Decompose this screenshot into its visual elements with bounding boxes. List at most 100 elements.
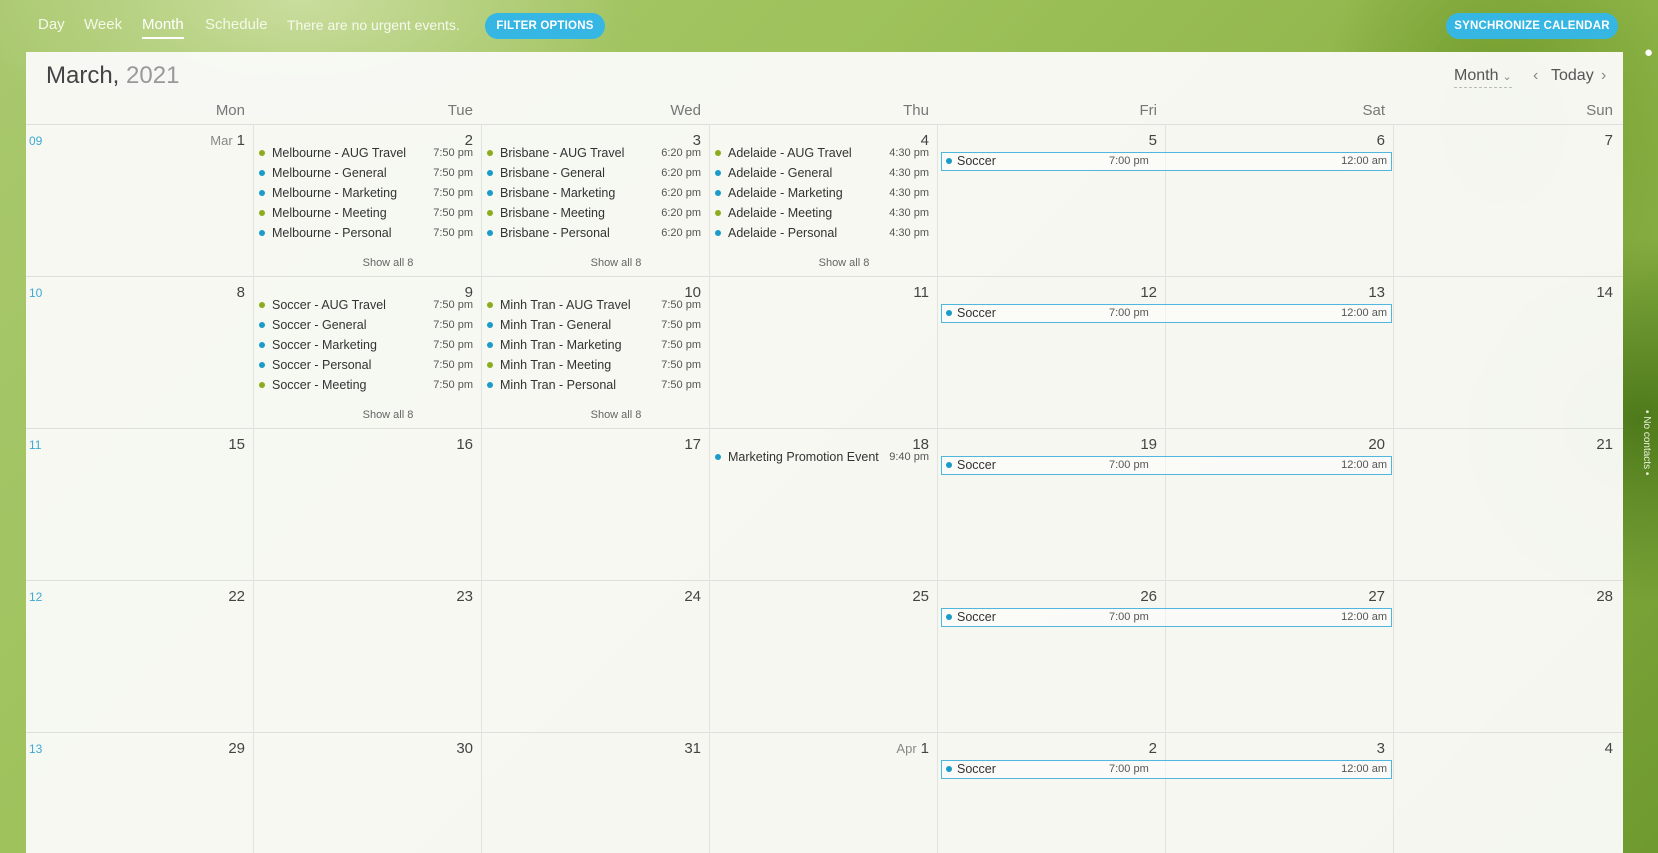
event-item[interactable]: Soccer - Meeting 7:50 pm [259,376,473,394]
day-number[interactable]: 21 [1493,436,1613,453]
day-number[interactable]: 13 [1265,284,1385,301]
event-time: 4:30 pm [889,227,929,239]
event-color-dot [259,322,265,328]
day-number[interactable]: 26 [1037,588,1157,605]
event-start-time: 7:00 pm [1109,763,1149,775]
event-item[interactable]: Minh Tran - Meeting 7:50 pm [487,356,701,374]
day-number[interactable]: 20 [1265,436,1385,453]
week-number[interactable]: 10 [29,286,42,300]
event-item[interactable]: Adelaide - General 4:30 pm [715,164,929,182]
event-item[interactable]: Minh Tran - Marketing 7:50 pm [487,336,701,354]
event-item[interactable]: Brisbane - Marketing 6:20 pm [487,184,701,202]
event-color-dot [259,170,265,176]
event-item[interactable]: Melbourne - General 7:50 pm [259,164,473,182]
day-number[interactable]: 19 [1037,436,1157,453]
day-number[interactable]: 30 [353,740,473,757]
day-number[interactable]: 31 [581,740,701,757]
grid-divider [26,124,1623,125]
event-item[interactable]: Melbourne - AUG Travel 7:50 pm [259,144,473,162]
today-button[interactable]: Today [1551,67,1594,85]
grid-divider [26,580,1623,581]
event-color-dot [487,322,493,328]
show-all-link[interactable]: Show all 8 [280,409,496,421]
event-time: 7:50 pm [433,299,473,311]
day-number[interactable]: Mar 1 [125,132,245,149]
event-item[interactable]: Soccer - General 7:50 pm [259,316,473,334]
event-item[interactable]: Brisbane - Meeting 6:20 pm [487,204,701,222]
day-number[interactable]: 7 [1493,132,1613,149]
day-number[interactable]: 6 [1265,132,1385,149]
day-number[interactable]: 28 [1493,588,1613,605]
day-number[interactable]: 25 [809,588,929,605]
day-number[interactable]: 22 [125,588,245,605]
event-item[interactable]: Brisbane - AUG Travel 6:20 pm [487,144,701,162]
event-item[interactable]: Minh Tran - General 7:50 pm [487,316,701,334]
nav-schedule-tab[interactable]: Schedule [205,16,268,33]
day-number[interactable]: 16 [353,436,473,453]
show-all-link[interactable]: Show all 8 [736,257,952,269]
bell-icon[interactable]: ● [1644,44,1658,62]
event-item[interactable]: Brisbane - Personal 6:20 pm [487,224,701,242]
soccer-event[interactable]: Soccer 7:00 pm 12:00 am [941,608,1392,627]
event-item[interactable]: Soccer - AUG Travel 7:50 pm [259,296,473,314]
nav-month-tab[interactable]: Month [142,16,184,39]
event-item[interactable]: Adelaide - Personal 4:30 pm [715,224,929,242]
day-number[interactable]: 27 [1265,588,1385,605]
view-selector-label: Month [1454,67,1499,84]
soccer-event[interactable]: Soccer 7:00 pm 12:00 am [941,760,1392,779]
day-number[interactable]: 5 [1037,132,1157,149]
event-item[interactable]: Adelaide - Meeting 4:30 pm [715,204,929,222]
day-number[interactable]: 4 [1493,740,1613,757]
day-number[interactable]: Apr 1 [809,740,929,757]
event-time: 6:20 pm [661,147,701,159]
day-number[interactable]: 2 [1037,740,1157,757]
event-item[interactable]: Melbourne - Personal 7:50 pm [259,224,473,242]
event-item[interactable]: Minh Tran - AUG Travel 7:50 pm [487,296,701,314]
day-number[interactable]: 29 [125,740,245,757]
event-color-dot [259,342,265,348]
week-number[interactable]: 09 [29,134,42,148]
soccer-event[interactable]: Soccer 7:00 pm 12:00 am [941,304,1392,323]
view-selector[interactable]: Month ⌄ [1454,67,1512,88]
event-item[interactable]: Soccer - Marketing 7:50 pm [259,336,473,354]
event-color-dot [946,614,952,620]
show-all-link[interactable]: Show all 8 [280,257,496,269]
day-number[interactable]: 17 [581,436,701,453]
event-item[interactable]: Adelaide - AUG Travel 4:30 pm [715,144,929,162]
show-all-link[interactable]: Show all 8 [508,409,724,421]
day-number[interactable]: 11 [809,284,929,301]
day-number[interactable]: 15 [125,436,245,453]
day-number[interactable]: 14 [1493,284,1613,301]
nav-week-tab[interactable]: Week [84,16,122,33]
event-item[interactable]: Melbourne - Meeting 7:50 pm [259,204,473,222]
chevron-left-icon[interactable]: ‹ [1533,67,1538,85]
day-number[interactable]: 3 [1265,740,1385,757]
event-time: 4:30 pm [889,187,929,199]
week-number[interactable]: 12 [29,590,42,604]
synchronize-calendar-button[interactable]: SYNCHRONIZE CALENDAR [1446,13,1618,39]
chevron-right-icon[interactable]: › [1601,67,1606,85]
event-item[interactable]: Minh Tran - Personal 7:50 pm [487,376,701,394]
event-title: Soccer - General [272,318,367,332]
event-color-dot [259,190,265,196]
event-item[interactable]: Marketing Promotion Event 9:40 pm [715,448,929,466]
event-item[interactable]: Soccer - Personal 7:50 pm [259,356,473,374]
day-number[interactable]: 23 [353,588,473,605]
nav-day-tab[interactable]: Day [38,16,65,33]
day-number[interactable]: 24 [581,588,701,605]
event-title: Soccer - Personal [272,358,372,372]
soccer-event[interactable]: Soccer 7:00 pm 12:00 am [941,456,1392,475]
filter-options-button[interactable]: FILTER OPTIONS [485,13,605,39]
show-all-link[interactable]: Show all 8 [508,257,724,269]
day-number[interactable]: 8 [125,284,245,301]
soccer-event[interactable]: Soccer 7:00 pm 12:00 am [941,152,1392,171]
day-number[interactable]: 12 [1037,284,1157,301]
event-item[interactable]: Brisbane - General 6:20 pm [487,164,701,182]
event-start-time: 7:00 pm [1109,611,1149,623]
event-item[interactable]: Adelaide - Marketing 4:30 pm [715,184,929,202]
week-number[interactable]: 11 [29,438,41,452]
event-item[interactable]: Melbourne - Marketing 7:50 pm [259,184,473,202]
week-number[interactable]: 13 [29,742,42,756]
month-prefix: Apr [896,741,917,756]
event-color-dot [259,150,265,156]
